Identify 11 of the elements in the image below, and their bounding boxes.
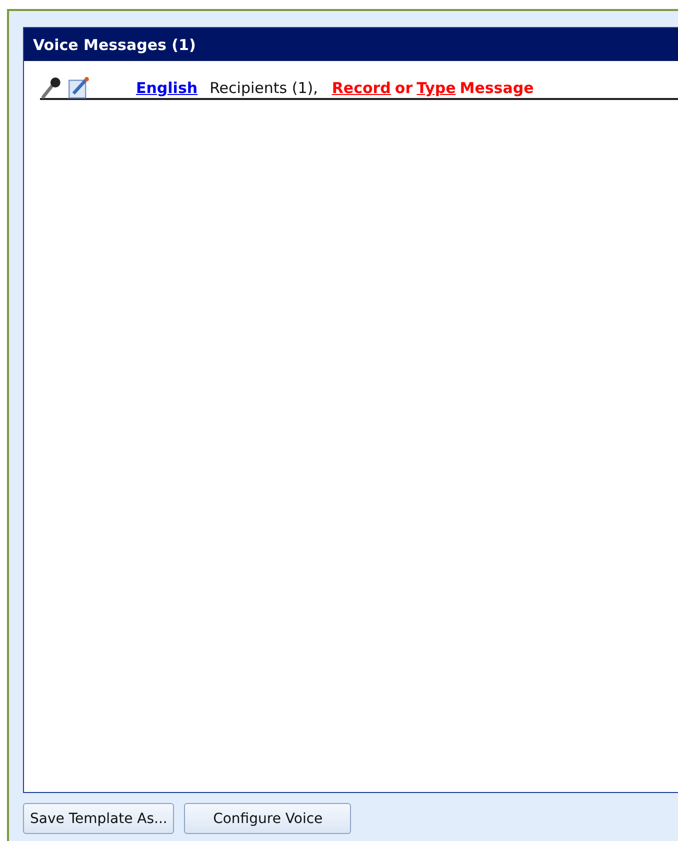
panel-title: Voice Messages (1)	[33, 36, 196, 54]
configure-voice-button[interactable]: Configure Voice	[184, 803, 352, 834]
message-text: Message	[460, 79, 534, 97]
or-text: or	[394, 79, 413, 97]
language-link[interactable]: English	[136, 79, 198, 97]
microphone-icon[interactable]	[40, 77, 62, 99]
record-link[interactable]: Record	[332, 79, 391, 97]
edit-icon[interactable]	[68, 77, 90, 99]
type-link[interactable]: Type	[416, 79, 456, 97]
recipients-text: Recipients (1),	[210, 79, 318, 97]
save-template-button[interactable]: Save Template As...	[23, 803, 174, 834]
